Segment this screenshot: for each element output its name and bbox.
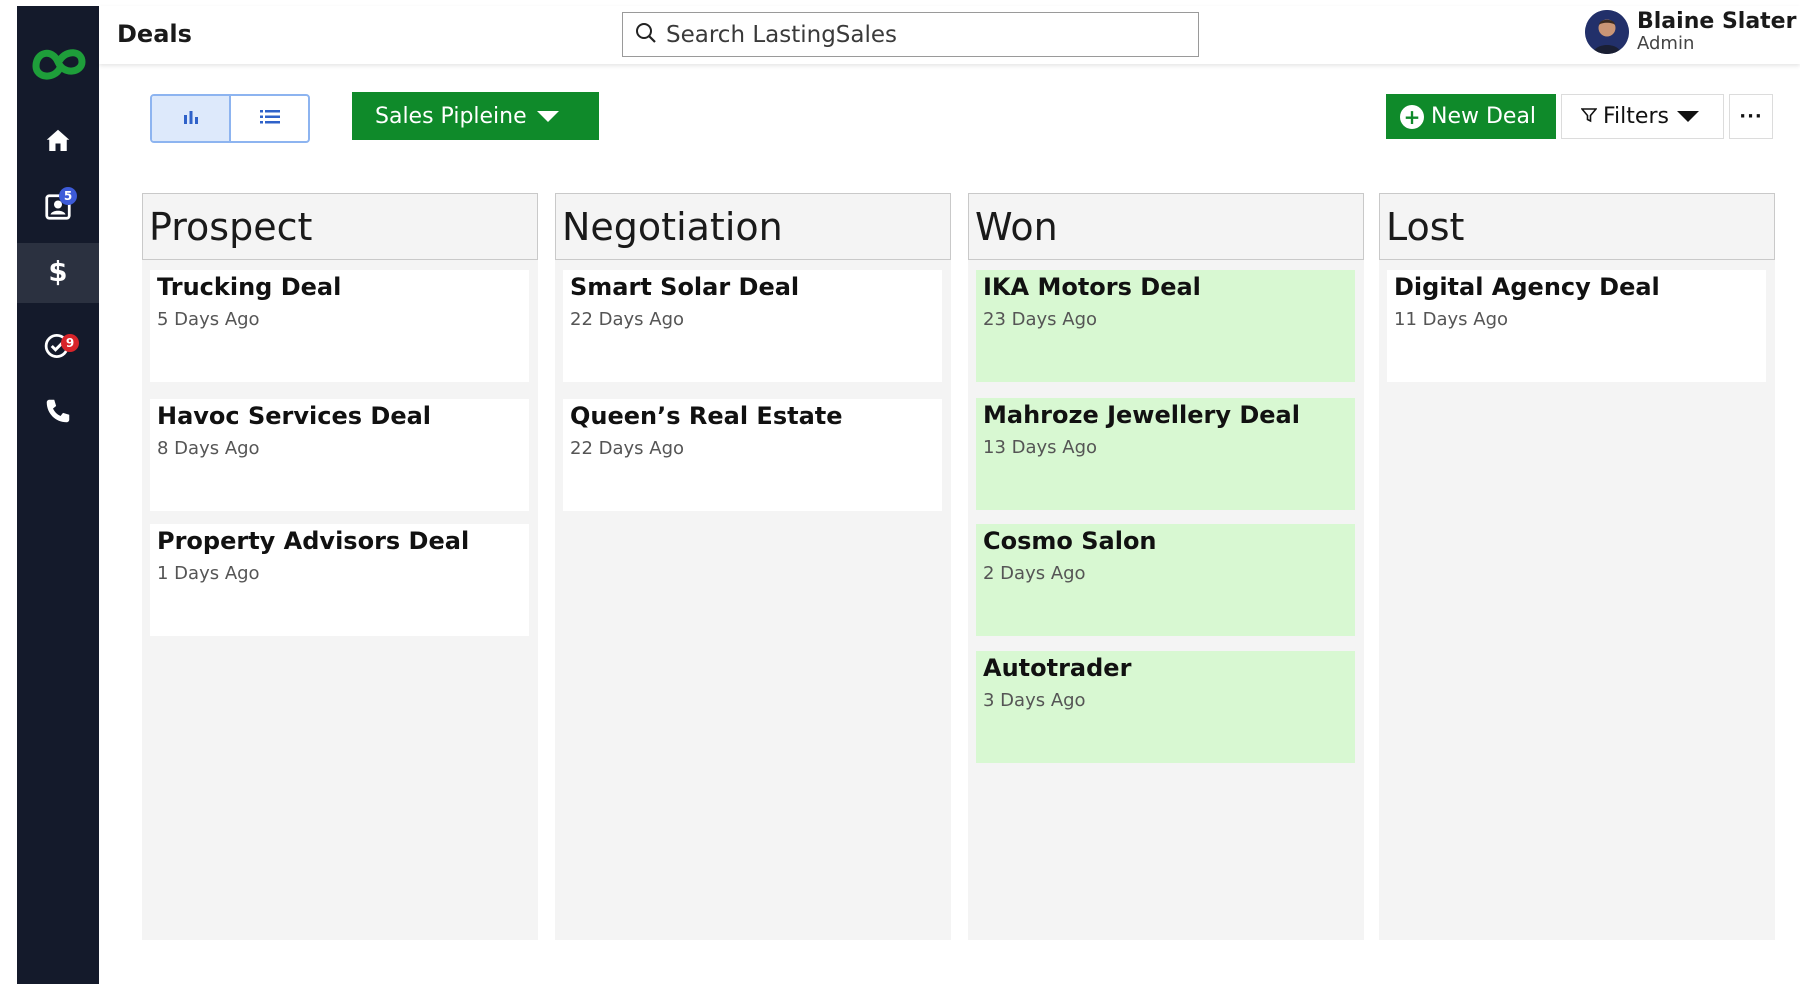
deal-age: 5 Days Ago [157,309,260,330]
deal-card[interactable]: Smart Solar Deal 22 Days Ago [563,270,942,382]
user-name: Blaine Slater [1637,9,1797,34]
column-won: Won IKA Motors Deal 23 Days Ago Mahroze … [968,193,1364,940]
deal-title: Cosmo Salon [983,527,1157,555]
deal-card[interactable]: Autotrader 3 Days Ago [976,651,1355,763]
svg-text:$: $ [48,256,67,286]
list-view-button[interactable] [231,96,308,141]
deal-age: 1 Days Ago [157,563,260,584]
deal-card[interactable]: IKA Motors Deal 23 Days Ago [976,270,1355,382]
deal-title: Mahroze Jewellery Deal [983,401,1300,429]
deal-card[interactable]: Digital Agency Deal 11 Days Ago [1387,270,1766,382]
kanban-view-button[interactable] [152,96,231,141]
new-deal-label: New Deal [1431,104,1537,129]
deal-title: Trucking Deal [157,273,342,301]
deal-title: Digital Agency Deal [1394,273,1660,301]
deal-age: 2 Days Ago [983,563,1086,584]
phone-icon [43,396,73,430]
deal-card[interactable]: Cosmo Salon 2 Days Ago [976,524,1355,636]
deal-age: 22 Days Ago [570,309,685,330]
dollar-icon: $ [43,256,73,290]
column-prospect: Prospect Trucking Deal 5 Days Ago Havoc … [142,193,538,940]
chevron-down-icon [1676,111,1699,122]
home-icon [43,126,73,160]
search-box[interactable] [622,12,1199,57]
deal-age: 3 Days Ago [983,690,1086,711]
column-header: Won [968,193,1364,260]
tasks-count-badge: 9 [61,334,79,352]
bar-chart-icon [181,107,201,131]
deal-age: 23 Days Ago [983,309,1098,330]
column-header: Negotiation [555,193,951,260]
pipeline-dropdown[interactable]: Sales Pipleine [352,92,599,140]
more-options-button[interactable]: ··· [1729,94,1773,139]
sidebar-item-home[interactable] [17,113,99,173]
plus-circle-icon: + [1400,104,1424,129]
deal-age: 22 Days Ago [570,438,685,459]
top-bar: Deals Blaine Slater Admin [99,6,1800,64]
chevron-down-icon [536,110,559,122]
sidebar-item-deals[interactable]: $ [17,243,99,303]
search-icon [634,21,666,49]
contacts-count-badge: 5 [59,187,77,205]
deal-age: 13 Days Ago [983,437,1098,458]
deal-card[interactable]: Trucking Deal 5 Days Ago [150,270,529,382]
deal-age: 11 Days Ago [1394,309,1509,330]
sidebar-item-tasks[interactable]: 9 [17,318,99,378]
column-header: Prospect [142,193,538,260]
list-icon [258,107,282,131]
filter-icon [1580,104,1603,129]
page-title: Deals [117,20,192,48]
column-negotiation: Negotiation Smart Solar Deal 22 Days Ago… [555,193,951,940]
lastingsales-logo[interactable] [26,38,90,88]
deal-title: Queen’s Real Estate [570,402,843,430]
deal-card[interactable]: Property Advisors Deal 1 Days Ago [150,524,529,636]
deal-title: Smart Solar Deal [570,273,800,301]
column-lost: Lost Digital Agency Deal 11 Days Ago [1379,193,1775,940]
deal-title: Havoc Services Deal [157,402,432,430]
column-header: Lost [1379,193,1775,260]
deal-card[interactable]: Queen’s Real Estate 22 Days Ago [563,399,942,511]
deal-title: Autotrader [983,654,1132,682]
deal-card[interactable]: Havoc Services Deal 8 Days Ago [150,399,529,511]
sidebar-item-contacts[interactable]: 5 [17,179,99,239]
sidebar-item-calls[interactable] [17,383,99,443]
filters-button[interactable]: Filters [1561,94,1724,139]
search-input[interactable] [666,21,1186,48]
view-mode-toggle [150,94,310,143]
deal-card[interactable]: Mahroze Jewellery Deal 13 Days Ago [976,398,1355,510]
deal-title: IKA Motors Deal [983,273,1201,301]
user-menu[interactable]: Blaine Slater Admin [1585,9,1796,54]
filters-label: Filters [1603,104,1669,129]
pipeline-label: Sales Pipleine [375,103,527,129]
deal-title: Property Advisors Deal [157,527,470,555]
user-role: Admin [1637,33,1695,54]
sidebar: 5 $ 9 [17,6,99,984]
new-deal-button[interactable]: + New Deal [1386,94,1556,139]
avatar[interactable] [1585,9,1629,54]
deal-age: 8 Days Ago [157,438,260,459]
